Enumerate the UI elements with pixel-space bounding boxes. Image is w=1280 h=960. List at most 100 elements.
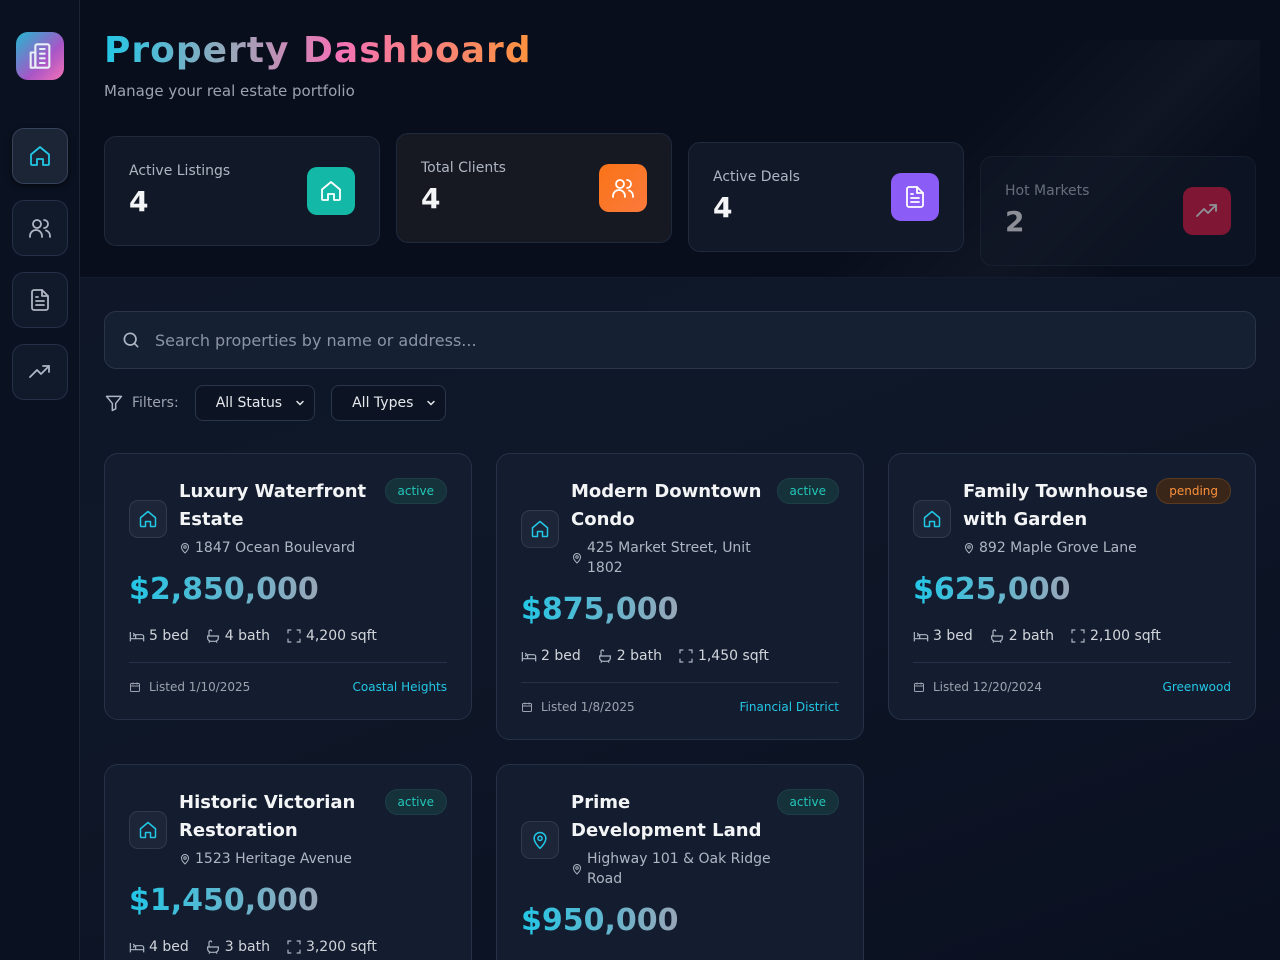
stat-card-hot-markets: Hot Markets 2 <box>980 156 1256 266</box>
logo[interactable] <box>16 32 64 80</box>
stat-value: 4 <box>713 191 733 224</box>
trending-up-icon <box>29 365 50 378</box>
property-card[interactable]: Prime Development Land active Highway 10… <box>496 764 864 960</box>
sqft-spec: 1,450 sqft <box>678 648 769 664</box>
calendar-icon <box>914 682 924 692</box>
property-address: 892 Maple Grove Lane <box>963 538 1163 558</box>
beds-spec: 4 bed <box>129 939 189 955</box>
home-icon <box>129 500 167 538</box>
sidebar-item-home[interactable] <box>12 128 68 184</box>
stat-value: 4 <box>421 182 441 215</box>
chevron-down-icon <box>427 400 436 406</box>
property-price: $875,000 <box>521 592 679 627</box>
property-card[interactable]: Luxury Waterfront Estate active 1847 Oce… <box>104 453 472 720</box>
baths-spec: 3 bath <box>205 939 270 955</box>
status-badge: active <box>776 478 839 504</box>
stat-card-total-clients: Total Clients 4 <box>396 133 672 243</box>
stat-card-active-deals: Active Deals 4 <box>688 142 964 252</box>
beds-spec: 3 bed <box>913 628 973 644</box>
filters-bar: Filters: All Status All Types <box>104 385 462 421</box>
stat-card-active-listings: Active Listings 4 <box>104 136 380 246</box>
search-input[interactable] <box>155 330 1255 350</box>
stat-label: Active Deals <box>713 169 800 185</box>
type-select[interactable]: All Types <box>331 385 447 421</box>
sqft-spec: 4,200 sqft <box>286 628 377 644</box>
card-divider <box>129 662 447 663</box>
address-text: 892 Maple Grove Lane <box>979 540 1137 556</box>
building-icon <box>29 43 51 69</box>
property-address: 1847 Ocean Boulevard <box>179 538 379 558</box>
sidebar-item-clients[interactable] <box>12 200 68 256</box>
property-specs: 4 bed 3 bath 3,200 sqft <box>129 939 393 955</box>
baths-spec: 2 bath <box>597 648 662 664</box>
expand-icon <box>1071 629 1085 643</box>
sidebar <box>0 0 80 960</box>
beds-spec: 5 bed <box>129 628 189 644</box>
bed-icon <box>129 632 145 642</box>
property-card[interactable]: Historic Victorian Restoration active 15… <box>104 764 472 960</box>
map-pin-icon <box>521 821 559 859</box>
document-icon <box>31 289 49 311</box>
type-select-value: All Types <box>352 395 414 411</box>
property-card[interactable]: Modern Downtown Condo active 425 Market … <box>496 453 864 740</box>
property-title: Modern Downtown Condo <box>571 481 762 530</box>
status-select-value: All Status <box>215 395 283 411</box>
map-pin-icon <box>964 543 974 554</box>
search-bar[interactable] <box>104 311 1256 369</box>
property-title: Historic Victorian Restoration <box>179 792 356 841</box>
home-icon <box>307 167 355 215</box>
neighborhood-link[interactable]: Financial District <box>740 700 839 714</box>
home-icon <box>30 146 50 166</box>
address-text: 425 Market Street, Unit 1802 <box>587 540 751 576</box>
bed-icon <box>913 632 929 642</box>
property-address: 1523 Heritage Avenue <box>179 849 379 869</box>
search-icon <box>123 332 139 348</box>
expand-icon <box>679 649 693 663</box>
home-icon <box>913 500 951 538</box>
property-price: $625,000 <box>913 572 1071 607</box>
bath-icon <box>206 940 219 954</box>
map-pin-icon <box>180 854 190 865</box>
card-divider <box>521 682 839 683</box>
property-specs: 3 bed 2 bath 2,100 sqft <box>913 628 1177 644</box>
sqft-spec: 3,200 sqft <box>286 939 377 955</box>
bed-icon <box>521 652 537 662</box>
address-text: 1847 Ocean Boulevard <box>195 540 356 556</box>
property-title: Luxury Waterfront Estate <box>179 481 367 530</box>
page-title: Property Dashboard <box>104 30 532 71</box>
filters-label: Filters: <box>132 395 179 411</box>
property-title: Family Townhouse with Garden <box>963 481 1149 530</box>
baths-spec: 2 bath <box>989 628 1054 644</box>
sidebar-item-documents[interactable] <box>12 272 68 328</box>
home-icon <box>521 510 559 548</box>
users-icon <box>599 164 647 212</box>
status-badge: active <box>384 789 447 815</box>
status-badge: active <box>776 789 839 815</box>
chevron-down-icon <box>296 400 304 406</box>
page-subtitle: Manage your real estate portfolio <box>104 82 355 100</box>
listed-date: Listed 1/8/2025 <box>521 700 635 714</box>
property-price: $1,450,000 <box>129 883 319 918</box>
sidebar-item-analytics[interactable] <box>12 344 68 400</box>
baths-spec: 4 bath <box>205 628 270 644</box>
address-text: Highway 101 & Oak Ridge Road <box>587 851 771 887</box>
neighborhood-link[interactable]: Greenwood <box>1163 680 1231 694</box>
home-icon <box>129 811 167 849</box>
status-select[interactable]: All Status <box>194 385 316 421</box>
main-content: Property Dashboard Manage your real esta… <box>80 0 1280 960</box>
expand-icon <box>287 940 301 954</box>
property-card[interactable]: Family Townhouse with Garden pending 892… <box>888 453 1256 720</box>
listed-date: Listed 1/10/2025 <box>129 680 250 694</box>
stat-value: 2 <box>1005 205 1025 238</box>
calendar-icon <box>130 682 140 692</box>
map-pin-icon <box>572 864 582 875</box>
filter-icon <box>105 395 123 412</box>
property-address: Highway 101 & Oak Ridge Road <box>571 849 771 889</box>
stat-label: Active Listings <box>129 163 231 179</box>
map-pin-icon <box>572 553 582 564</box>
stat-label: Total Clients <box>421 160 506 176</box>
property-address: 425 Market Street, Unit 1802 <box>571 538 771 578</box>
document-icon <box>891 173 939 221</box>
neighborhood-link[interactable]: Coastal Heights <box>353 680 447 694</box>
map-pin-icon <box>180 543 190 554</box>
